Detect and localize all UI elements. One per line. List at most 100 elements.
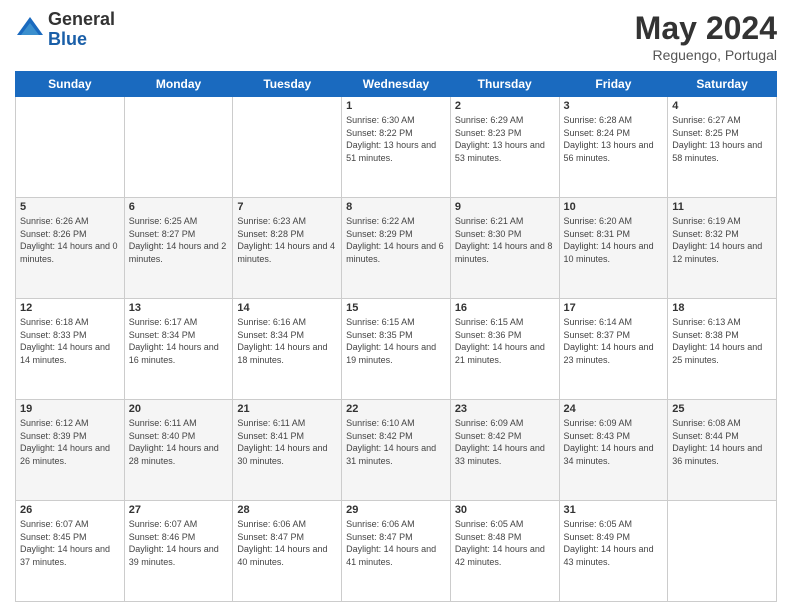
sunset: Sunset: 8:35 PM bbox=[346, 330, 413, 340]
day-cell: 18 Sunrise: 6:13 AM Sunset: 8:38 PM Dayl… bbox=[668, 299, 777, 400]
col-saturday: Saturday bbox=[668, 72, 777, 97]
day-cell: 1 Sunrise: 6:30 AM Sunset: 8:22 PM Dayli… bbox=[342, 97, 451, 198]
day-info: Sunrise: 6:29 AM Sunset: 8:23 PM Dayligh… bbox=[455, 114, 555, 164]
day-number: 1 bbox=[346, 100, 446, 112]
day-number: 9 bbox=[455, 201, 555, 213]
day-cell: 19 Sunrise: 6:12 AM Sunset: 8:39 PM Dayl… bbox=[16, 400, 125, 501]
daylight: Daylight: 13 hours and 51 minutes. bbox=[346, 140, 436, 163]
week-row-1: 5 Sunrise: 6:26 AM Sunset: 8:26 PM Dayli… bbox=[16, 198, 777, 299]
sunset: Sunset: 8:26 PM bbox=[20, 229, 87, 239]
sunrise: Sunrise: 6:20 AM bbox=[564, 216, 633, 226]
sunset: Sunset: 8:25 PM bbox=[672, 128, 739, 138]
sunrise: Sunrise: 6:13 AM bbox=[672, 317, 741, 327]
daylight: Daylight: 14 hours and 0 minutes. bbox=[20, 241, 118, 264]
day-info: Sunrise: 6:15 AM Sunset: 8:35 PM Dayligh… bbox=[346, 316, 446, 366]
day-info: Sunrise: 6:16 AM Sunset: 8:34 PM Dayligh… bbox=[237, 316, 337, 366]
daylight: Daylight: 14 hours and 41 minutes. bbox=[346, 544, 436, 567]
sunset: Sunset: 8:44 PM bbox=[672, 431, 739, 441]
sunset: Sunset: 8:31 PM bbox=[564, 229, 631, 239]
day-info: Sunrise: 6:30 AM Sunset: 8:22 PM Dayligh… bbox=[346, 114, 446, 164]
sunset: Sunset: 8:32 PM bbox=[672, 229, 739, 239]
sunset: Sunset: 8:22 PM bbox=[346, 128, 413, 138]
day-info: Sunrise: 6:05 AM Sunset: 8:49 PM Dayligh… bbox=[564, 518, 664, 568]
day-number: 29 bbox=[346, 504, 446, 516]
sunset: Sunset: 8:46 PM bbox=[129, 532, 196, 542]
day-info: Sunrise: 6:19 AM Sunset: 8:32 PM Dayligh… bbox=[672, 215, 772, 265]
day-number: 27 bbox=[129, 504, 229, 516]
day-info: Sunrise: 6:14 AM Sunset: 8:37 PM Dayligh… bbox=[564, 316, 664, 366]
day-cell: 25 Sunrise: 6:08 AM Sunset: 8:44 PM Dayl… bbox=[668, 400, 777, 501]
day-number: 14 bbox=[237, 302, 337, 314]
sunset: Sunset: 8:36 PM bbox=[455, 330, 522, 340]
sunset: Sunset: 8:29 PM bbox=[346, 229, 413, 239]
day-cell: 23 Sunrise: 6:09 AM Sunset: 8:42 PM Dayl… bbox=[450, 400, 559, 501]
daylight: Daylight: 14 hours and 25 minutes. bbox=[672, 342, 762, 365]
day-info: Sunrise: 6:18 AM Sunset: 8:33 PM Dayligh… bbox=[20, 316, 120, 366]
day-cell bbox=[668, 501, 777, 602]
sunset: Sunset: 8:37 PM bbox=[564, 330, 631, 340]
day-number: 19 bbox=[20, 403, 120, 415]
sunset: Sunset: 8:33 PM bbox=[20, 330, 87, 340]
daylight: Daylight: 14 hours and 26 minutes. bbox=[20, 443, 110, 466]
day-number: 2 bbox=[455, 100, 555, 112]
sunset: Sunset: 8:48 PM bbox=[455, 532, 522, 542]
day-cell bbox=[16, 97, 125, 198]
week-row-3: 19 Sunrise: 6:12 AM Sunset: 8:39 PM Dayl… bbox=[16, 400, 777, 501]
sunrise: Sunrise: 6:10 AM bbox=[346, 418, 415, 428]
sunrise: Sunrise: 6:27 AM bbox=[672, 115, 741, 125]
day-info: Sunrise: 6:13 AM Sunset: 8:38 PM Dayligh… bbox=[672, 316, 772, 366]
sunset: Sunset: 8:42 PM bbox=[455, 431, 522, 441]
day-cell: 11 Sunrise: 6:19 AM Sunset: 8:32 PM Dayl… bbox=[668, 198, 777, 299]
sunset: Sunset: 8:41 PM bbox=[237, 431, 304, 441]
daylight: Daylight: 14 hours and 2 minutes. bbox=[129, 241, 227, 264]
sunset: Sunset: 8:40 PM bbox=[129, 431, 196, 441]
day-cell: 13 Sunrise: 6:17 AM Sunset: 8:34 PM Dayl… bbox=[124, 299, 233, 400]
col-thursday: Thursday bbox=[450, 72, 559, 97]
sunrise: Sunrise: 6:12 AM bbox=[20, 418, 89, 428]
sunrise: Sunrise: 6:08 AM bbox=[672, 418, 741, 428]
sunset: Sunset: 8:34 PM bbox=[129, 330, 196, 340]
location: Reguengo, Portugal bbox=[635, 47, 777, 63]
daylight: Daylight: 13 hours and 56 minutes. bbox=[564, 140, 654, 163]
sunrise: Sunrise: 6:14 AM bbox=[564, 317, 633, 327]
day-number: 28 bbox=[237, 504, 337, 516]
sunrise: Sunrise: 6:23 AM bbox=[237, 216, 306, 226]
day-cell: 24 Sunrise: 6:09 AM Sunset: 8:43 PM Dayl… bbox=[559, 400, 668, 501]
sunrise: Sunrise: 6:29 AM bbox=[455, 115, 524, 125]
daylight: Daylight: 14 hours and 37 minutes. bbox=[20, 544, 110, 567]
day-number: 4 bbox=[672, 100, 772, 112]
sunset: Sunset: 8:43 PM bbox=[564, 431, 631, 441]
col-monday: Monday bbox=[124, 72, 233, 97]
day-info: Sunrise: 6:06 AM Sunset: 8:47 PM Dayligh… bbox=[237, 518, 337, 568]
day-number: 3 bbox=[564, 100, 664, 112]
title-section: May 2024 Reguengo, Portugal bbox=[635, 10, 777, 63]
day-info: Sunrise: 6:09 AM Sunset: 8:43 PM Dayligh… bbox=[564, 417, 664, 467]
day-number: 16 bbox=[455, 302, 555, 314]
daylight: Daylight: 14 hours and 8 minutes. bbox=[455, 241, 553, 264]
day-number: 18 bbox=[672, 302, 772, 314]
day-cell: 17 Sunrise: 6:14 AM Sunset: 8:37 PM Dayl… bbox=[559, 299, 668, 400]
sunrise: Sunrise: 6:17 AM bbox=[129, 317, 198, 327]
sunset: Sunset: 8:30 PM bbox=[455, 229, 522, 239]
day-cell: 21 Sunrise: 6:11 AM Sunset: 8:41 PM Dayl… bbox=[233, 400, 342, 501]
day-info: Sunrise: 6:22 AM Sunset: 8:29 PM Dayligh… bbox=[346, 215, 446, 265]
sunrise: Sunrise: 6:06 AM bbox=[237, 519, 306, 529]
day-info: Sunrise: 6:28 AM Sunset: 8:24 PM Dayligh… bbox=[564, 114, 664, 164]
day-number: 10 bbox=[564, 201, 664, 213]
daylight: Daylight: 14 hours and 30 minutes. bbox=[237, 443, 327, 466]
day-number: 30 bbox=[455, 504, 555, 516]
sunrise: Sunrise: 6:22 AM bbox=[346, 216, 415, 226]
sunrise: Sunrise: 6:15 AM bbox=[346, 317, 415, 327]
logo-text: General Blue bbox=[48, 10, 115, 50]
sunset: Sunset: 8:47 PM bbox=[346, 532, 413, 542]
day-info: Sunrise: 6:25 AM Sunset: 8:27 PM Dayligh… bbox=[129, 215, 229, 265]
sunset: Sunset: 8:45 PM bbox=[20, 532, 87, 542]
day-info: Sunrise: 6:07 AM Sunset: 8:45 PM Dayligh… bbox=[20, 518, 120, 568]
sunset: Sunset: 8:34 PM bbox=[237, 330, 304, 340]
day-info: Sunrise: 6:11 AM Sunset: 8:40 PM Dayligh… bbox=[129, 417, 229, 467]
day-number: 23 bbox=[455, 403, 555, 415]
day-cell: 20 Sunrise: 6:11 AM Sunset: 8:40 PM Dayl… bbox=[124, 400, 233, 501]
month-year: May 2024 bbox=[635, 10, 777, 47]
day-info: Sunrise: 6:15 AM Sunset: 8:36 PM Dayligh… bbox=[455, 316, 555, 366]
day-cell bbox=[124, 97, 233, 198]
